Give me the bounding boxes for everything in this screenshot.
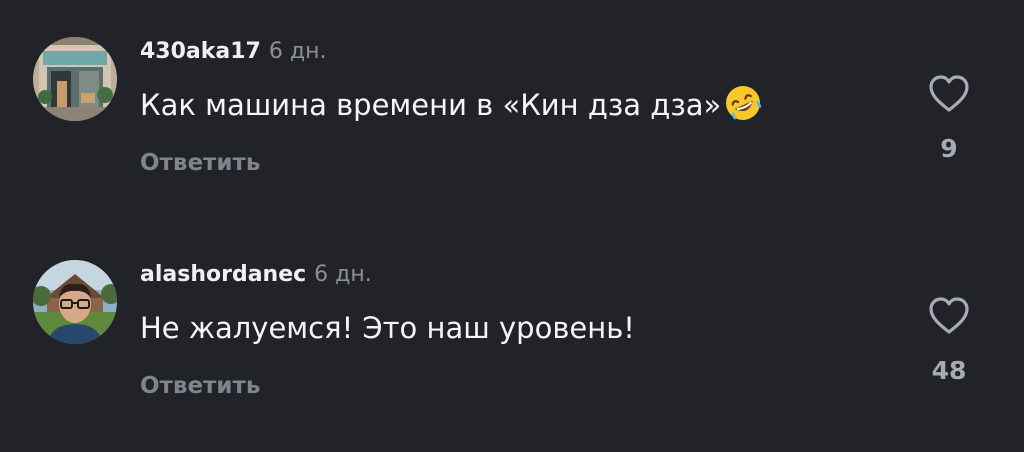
comment-text: Как машина времени в «Кин дза дза» (140, 84, 762, 132)
like-count: 9 (940, 134, 958, 163)
username[interactable]: 430aka17 (140, 39, 261, 64)
like-control: 9 (920, 74, 978, 184)
comment-meta: 430aka17 6 дн. (140, 37, 326, 67)
comment-text: Не жалуемся! Это наш уровень! (140, 308, 635, 348)
reply-button[interactable]: Ответить (140, 371, 260, 401)
comment-item: alashordanec 6 дн. Не жалуемся! Это наш у… (0, 220, 1024, 420)
timestamp: 6 дн. (314, 262, 372, 287)
comment-body: Как машина времени в «Кин дза дза» (140, 88, 722, 122)
person-avatar-image (33, 260, 117, 344)
heart-icon[interactable] (927, 296, 971, 336)
comment-item: 430aka17 6 дн. Как машина времени в «Кин … (0, 0, 1024, 200)
timestamp: 6 дн. (268, 39, 327, 64)
storefront-avatar-image (33, 37, 117, 121)
username[interactable]: alashordanec (140, 262, 306, 287)
comment-meta: alashordanec 6 дн. (140, 260, 372, 290)
like-count: 48 (931, 356, 967, 385)
like-control: 48 (920, 296, 978, 406)
comment-body: Не жалуемся! Это наш уровень! (140, 311, 635, 345)
reply-button[interactable]: Ответить (140, 148, 260, 178)
avatar[interactable] (33, 37, 117, 121)
rolling-on-floor-laughing-emoji-icon (724, 84, 762, 132)
heart-icon[interactable] (927, 74, 971, 114)
avatar[interactable] (33, 260, 117, 344)
